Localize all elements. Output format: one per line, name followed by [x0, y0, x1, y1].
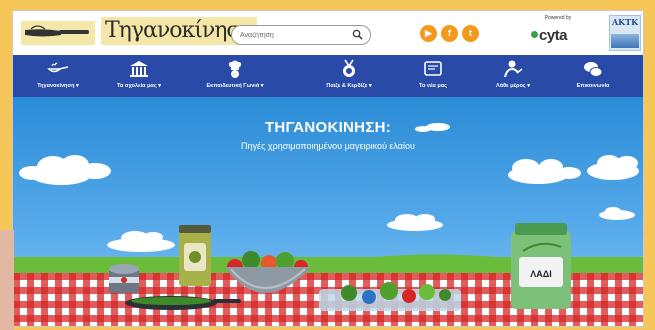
- sponsor-label: Powered by: [544, 15, 572, 21]
- screenshot-frame: Τηγανοκίνηση ▶ f t Powered by cyta AKTK: [0, 0, 655, 330]
- chef-icon: [228, 60, 242, 78]
- facebook-icon[interactable]: f: [441, 25, 458, 42]
- search-input[interactable]: [240, 26, 340, 44]
- nav-item-play-win[interactable]: Παιξε & Κερδίζε ▾: [311, 55, 387, 97]
- oil-container-label: ΛΑΔΙ: [530, 269, 552, 279]
- nav-item-news[interactable]: Τα νέα μας: [405, 55, 461, 97]
- partner-logo[interactable]: AKTK: [609, 15, 641, 51]
- chat-bubbles-icon: [584, 62, 603, 77]
- site-header: Τηγανοκίνηση ▶ f t Powered by cyta AKTK: [13, 11, 643, 55]
- salad-bowl-icon: [225, 251, 311, 293]
- frying-pan-icon: [47, 62, 69, 73]
- picnic-items: [109, 223, 571, 311]
- school-building-icon: [130, 61, 148, 77]
- person-icon: [504, 60, 523, 78]
- search-icon[interactable]: [352, 29, 363, 40]
- frying-pan-logo-icon[interactable]: [21, 19, 95, 47]
- partner-logo-wave: [611, 34, 639, 48]
- main-nav: Τηγανοκίνηση ▾ Τα σχολεία μας ▾ Εκπαιδευ…: [13, 55, 643, 97]
- sponsor-logo[interactable]: Powered by cyta: [531, 15, 583, 49]
- cyta-dot-icon: [531, 31, 538, 38]
- oil-container-icon: [511, 223, 571, 309]
- medal-icon: [343, 59, 355, 77]
- sponsor-name: cyta: [539, 27, 568, 44]
- partner-logo-text: AKTK: [611, 17, 639, 27]
- nav-item-participate[interactable]: Λάθε μέρος ▾: [483, 55, 543, 97]
- browser-window: Τηγανοκίνηση ▶ f t Powered by cyta AKTK: [12, 10, 644, 327]
- nav-label: Επικοινωνία: [576, 83, 610, 89]
- nav-label: Παιξε & Κερδίζε ▾: [326, 83, 372, 89]
- frying-pan-prop-icon: [125, 296, 241, 310]
- olive-oil-jar-icon: [179, 225, 211, 286]
- nav-label: Τηγανοκίνηση ▾: [37, 83, 79, 89]
- search-box: [231, 25, 371, 45]
- nav-item-education[interactable]: Εκπαιδευτική Γωνιά ▾: [191, 55, 279, 97]
- nav-label: Τα σχολεία μας ▾: [117, 83, 161, 89]
- nav-label: Εκπαιδευτική Γωνιά ▾: [206, 83, 264, 89]
- hero-banner: ΤΗΓΑΝΟΚΙΝΗΣΗ: Πηγές χρησιμοποιημένου μαγ…: [13, 97, 643, 326]
- nav-label: Λάθε μέρος ▾: [496, 83, 530, 89]
- glass-dish-icon: [319, 282, 461, 311]
- nav-item-schools[interactable]: Τα σχολεία μας ▾: [105, 55, 173, 97]
- twitter-icon[interactable]: t: [462, 25, 479, 42]
- nav-label: Τα νέα μας: [419, 83, 447, 89]
- newspaper-icon: [424, 61, 442, 76]
- nav-item-contact[interactable]: Επικοινωνία: [563, 55, 623, 97]
- nav-item-tiganokinisi[interactable]: Τηγανοκίνηση ▾: [23, 55, 93, 97]
- youtube-icon[interactable]: ▶: [420, 25, 437, 42]
- tin-can-icon: [109, 264, 139, 293]
